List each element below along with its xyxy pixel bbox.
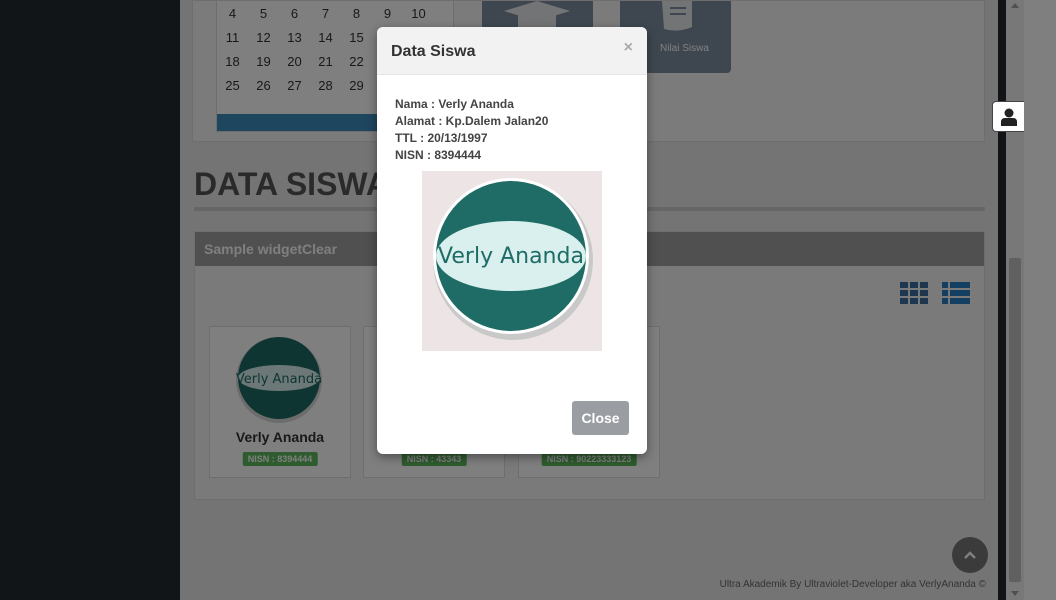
modal-header: Data Siswa ×: [377, 27, 647, 75]
modal-title: Data Siswa: [391, 43, 476, 60]
modal-body: Nama : Verly Ananda Alamat : Kp.Dalem Ja…: [395, 96, 635, 164]
student-name-line: Nama : Verly Ananda: [395, 97, 514, 111]
close-icon[interactable]: ×: [624, 39, 633, 57]
close-button[interactable]: Close: [572, 401, 629, 435]
student-detail-modal: Data Siswa × Nama : Verly Ananda Alamat …: [377, 27, 647, 454]
user-icon: [1000, 108, 1017, 126]
user-panel-toggle[interactable]: [992, 101, 1024, 132]
photo-logo-text: Verly Ananda: [438, 244, 584, 269]
student-photo: Verly Ananda: [422, 171, 602, 351]
student-address-line: Alamat : Kp.Dalem Jalan20: [395, 114, 549, 128]
student-birth-line: TTL : 20/13/1997: [395, 131, 488, 145]
student-nisn-line: NISN : 8394444: [395, 148, 482, 162]
